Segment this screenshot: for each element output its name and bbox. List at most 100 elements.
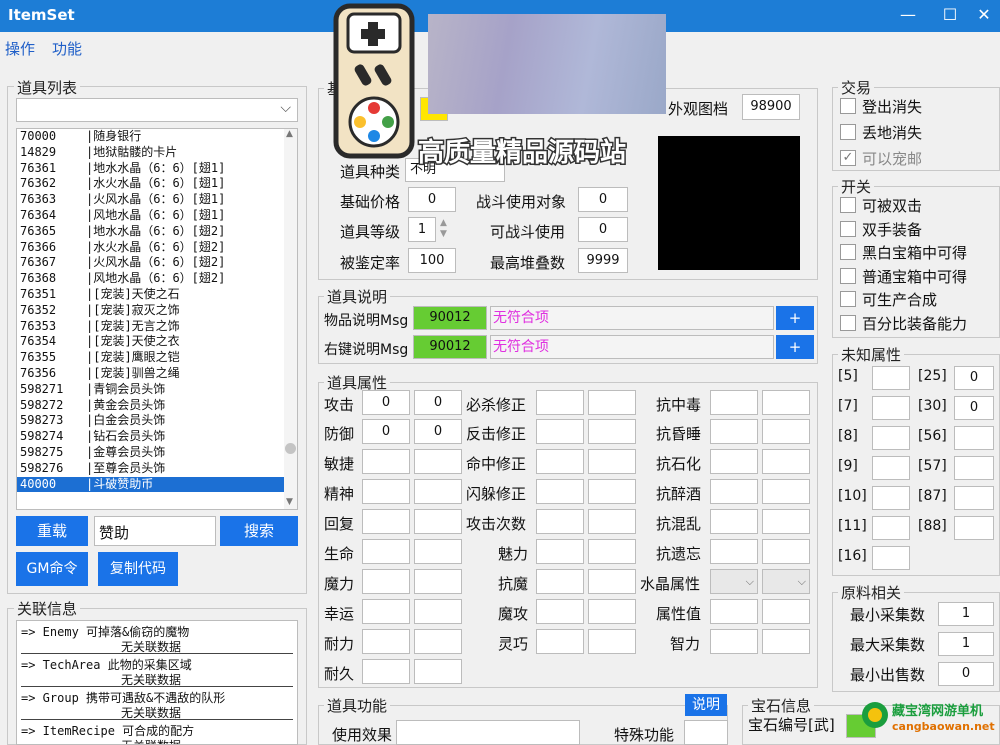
unknown-field[interactable] [954,456,994,480]
unknown-field[interactable] [872,426,910,450]
attr-resist-field-2[interactable] [762,509,810,534]
copy-code-button[interactable]: 复制代码 [98,552,178,586]
material-field[interactable]: 1 [938,602,994,626]
list-item[interactable]: 14829 |地狱骷髅的卡片 [17,145,297,161]
list-item[interactable]: 76367 |火风水晶（6：6）[翅2] [17,255,297,271]
attr-min-field[interactable]: 0 [362,390,410,415]
attr-min-field[interactable] [362,449,410,474]
attr-max-field[interactable] [414,659,462,684]
switch-checkbox[interactable] [840,315,856,331]
maximize-button[interactable]: ☐ [932,2,968,28]
use-effect-field[interactable] [396,720,580,745]
unknown-field[interactable] [954,486,994,510]
attr-mod-field-2[interactable] [588,599,636,624]
switch-checkbox[interactable] [840,244,856,261]
attr-mod-field[interactable] [536,569,584,594]
attr-mod-field-2[interactable] [588,449,636,474]
attr-min-field[interactable]: 0 [362,419,410,444]
list-item[interactable]: 598274 |钻石会员头饰 [17,429,297,445]
battle-target-field[interactable]: 0 [578,187,628,212]
item-filter-combo[interactable]: ⌵ [16,98,298,122]
list-item[interactable]: 598272 |黄金会员头饰 [17,398,297,414]
unknown-field[interactable] [872,486,910,510]
list-item[interactable]: 76365 |地水水晶（6：6）[翅2] [17,224,297,240]
attr-max-field[interactable] [414,569,462,594]
material-field[interactable]: 1 [938,632,994,656]
unknown-field[interactable] [872,396,910,420]
crystal-select-2[interactable]: ⌵ [762,569,810,594]
attr-max-field[interactable] [414,629,462,654]
unknown-field[interactable] [954,426,994,450]
switch-checkbox[interactable] [840,197,856,213]
list-item[interactable]: 76368 |风地水晶（6：6）[翅2] [17,271,297,287]
attr-mod-field-2[interactable] [588,629,636,654]
switch-checkbox[interactable] [840,267,856,284]
trade-checkbox[interactable] [840,98,856,114]
right-desc-add-button[interactable]: + [776,335,814,359]
list-item[interactable]: 76362 |水火水晶（6：6）[翅1] [17,176,297,192]
list-item[interactable]: 76361 |地水水晶（6：6）[翅1] [17,161,297,177]
attr-min-field[interactable] [362,509,410,534]
item-desc-add-button[interactable]: + [776,306,814,330]
unknown-field[interactable]: 0 [954,366,994,390]
switch-checkbox[interactable] [840,291,856,308]
search-input[interactable]: 赞助 [94,516,216,546]
attr-min-field[interactable] [362,599,410,624]
unknown-field[interactable] [872,516,910,540]
base-price-field[interactable]: 0 [408,187,456,212]
list-item[interactable]: 598276 |至尊会员头饰 [17,461,297,477]
list-item[interactable]: 76353 |[宠装]无言之饰 [17,319,297,335]
unknown-field[interactable] [954,516,994,540]
look-field[interactable]: 98900 [742,94,800,120]
list-item[interactable]: 76355 |[宠装]鹰眼之铠 [17,350,297,366]
attr-resist-field[interactable] [710,599,758,624]
list-item[interactable]: 76351 |[宠装]天使之石 [17,287,297,303]
attr-resist-field-2[interactable] [762,629,810,654]
attr-min-field[interactable] [362,569,410,594]
attr-resist-field-2[interactable] [762,539,810,564]
attr-mod-field[interactable] [536,419,584,444]
menu-function[interactable]: 功能 [52,38,82,59]
attr-resist-field-2[interactable] [762,449,810,474]
attr-resist-field[interactable] [710,509,758,534]
minimize-button[interactable]: — [890,2,926,28]
battle-use-field[interactable]: 0 [578,217,628,242]
attr-mod-field[interactable] [536,449,584,474]
unknown-field[interactable] [872,456,910,480]
special-function-field[interactable] [684,720,728,745]
attr-max-field[interactable]: 0 [414,390,462,415]
unknown-field[interactable] [872,366,910,390]
attr-resist-field[interactable] [710,419,758,444]
attr-max-field[interactable] [414,599,462,624]
search-button[interactable]: 搜索 [220,516,298,546]
attr-mod-field[interactable] [536,629,584,654]
attr-mod-field[interactable] [536,509,584,534]
attr-mod-field-2[interactable] [588,419,636,444]
scroll-up-icon[interactable]: ▲ [286,129,293,139]
attr-resist-field[interactable] [710,449,758,474]
attr-resist-field-2[interactable] [762,479,810,504]
attr-max-field[interactable] [414,449,462,474]
attr-resist-field[interactable] [710,390,758,415]
level-field[interactable]: 1 [408,217,436,242]
material-field[interactable]: 0 [938,662,994,686]
unknown-field[interactable]: 0 [954,396,994,420]
list-item[interactable]: 70000 |随身银行 [17,129,297,145]
attr-resist-field[interactable] [710,539,758,564]
list-item[interactable]: 76354 |[宠装]天使之衣 [17,334,297,350]
attr-mod-field-2[interactable] [588,539,636,564]
attr-mod-field[interactable] [536,479,584,504]
list-item[interactable]: 40000 |斗破赞助币 [17,476,297,493]
list-item[interactable]: 76363 |火风水晶（6：6）[翅1] [17,192,297,208]
function-explain-button[interactable]: 说明 [685,694,727,716]
unknown-field[interactable] [872,546,910,570]
level-stepper-icon[interactable]: ▲ ▼ [440,218,447,240]
attr-max-field[interactable]: 0 [414,419,462,444]
list-item[interactable]: 76352 |[宠装]寂灭之饰 [17,303,297,319]
attr-mod-field[interactable] [536,390,584,415]
list-item[interactable]: 598275 |金尊会员头饰 [17,445,297,461]
attr-mod-field-2[interactable] [588,569,636,594]
attr-min-field[interactable] [362,479,410,504]
attr-mod-field[interactable] [536,539,584,564]
item-list[interactable]: 70000 |随身银行 14829 |地狱骷髅的卡片 76361 |地水水晶（6：6）[翅… [16,128,298,510]
